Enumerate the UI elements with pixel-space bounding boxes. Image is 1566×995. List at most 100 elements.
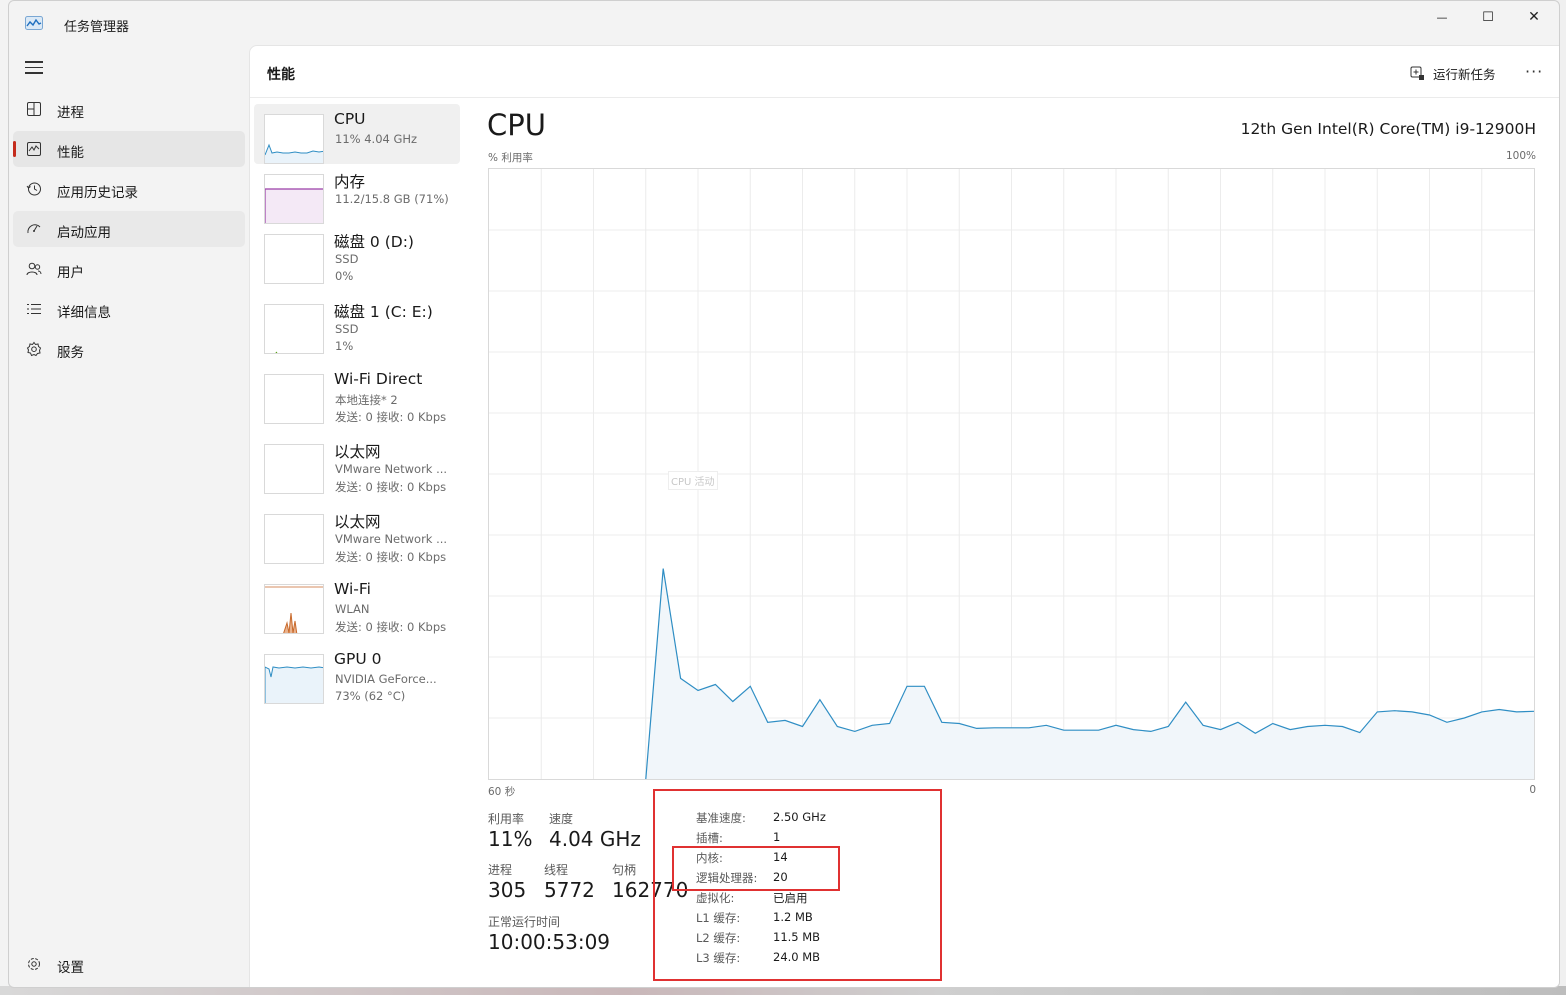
maximize-button[interactable]: ☐	[1465, 1, 1511, 33]
x-left-label: 60 秒	[488, 786, 516, 798]
title-bar: 任务管理器 — ☐ ✕	[9, 1, 1559, 45]
sidebar-item-services[interactable]: 服务	[13, 331, 245, 367]
app-title: 任务管理器	[64, 20, 130, 35]
speed-value: 4.04 GHz	[549, 827, 641, 851]
y-axis-label: % 利用率	[488, 152, 533, 164]
device-item-ethernet-1[interactable]: 以太网 VMware Network ... 发送: 0 接收: 0 Kbps	[254, 434, 460, 494]
performance-icon	[27, 142, 41, 156]
device-item-wifi[interactable]: Wi-Fi WLAN 发送: 0 接收: 0 Kbps	[254, 574, 460, 634]
threads-label: 线程	[544, 863, 569, 877]
minimize-icon: —	[1436, 10, 1448, 24]
device-detail: 本地连接* 2	[335, 393, 398, 407]
cpu-usage-chart	[489, 169, 1534, 779]
hamburger-menu-icon[interactable]	[25, 61, 43, 75]
close-button[interactable]: ✕	[1511, 1, 1557, 33]
cpu-model: 12th Gen Intel(R) Core(TM) i9-12900H	[1240, 120, 1536, 138]
sidebar-item-startup-apps[interactable]: 启动应用	[13, 211, 245, 247]
device-name: 内存	[334, 173, 366, 191]
device-detail: NVIDIA GeForce...	[335, 672, 437, 686]
device-detail: WLAN	[335, 602, 370, 616]
startup-icon	[27, 224, 41, 234]
sidebar-item-label: 服务	[57, 345, 84, 361]
device-name: Wi-Fi	[334, 580, 371, 598]
sidebar-item-label: 启动应用	[57, 225, 111, 241]
disk1-thumbnail	[264, 304, 324, 354]
disk0-thumbnail	[264, 234, 324, 284]
sidebar-item-performance[interactable]: 性能	[13, 131, 245, 167]
device-name: GPU 0	[334, 650, 382, 668]
device-usage: 1%	[335, 339, 354, 353]
selection-indicator	[13, 141, 16, 157]
device-name: 磁盘 0 (D:)	[334, 233, 414, 251]
x-right-label: 0	[1529, 784, 1536, 796]
y-max-label: 100%	[1505, 150, 1536, 162]
sidebar-item-users[interactable]: 用户	[13, 251, 245, 287]
run-task-label: 运行新任务	[1433, 66, 1496, 82]
ethernet-thumbnail	[264, 444, 324, 494]
services-icon	[26, 341, 42, 357]
run-task-icon	[1410, 66, 1424, 80]
cores-highlight-box	[672, 846, 840, 891]
threads-value: 5772	[544, 878, 595, 902]
device-item-wifi-direct[interactable]: Wi-Fi Direct 本地连接* 2 发送: 0 接收: 0 Kbps	[254, 364, 460, 424]
sidebar-item-label: 进程	[57, 105, 84, 121]
device-item-disk0[interactable]: 磁盘 0 (D:) SSD 0%	[254, 224, 460, 284]
memory-thumbnail	[264, 174, 324, 224]
close-icon: ✕	[1528, 9, 1540, 25]
cpu-thumbnail	[264, 114, 324, 164]
device-detail: SSD	[335, 252, 359, 266]
speed-label: 速度	[549, 812, 574, 826]
sidebar-item-label: 应用历史记录	[57, 185, 138, 201]
utilization-label: 利用率	[488, 812, 525, 826]
handles-label: 句柄	[612, 863, 637, 877]
maximize-icon: ☐	[1482, 9, 1494, 25]
minimize-button[interactable]: —	[1419, 1, 1465, 33]
usage-area	[645, 568, 1534, 779]
device-item-disk1[interactable]: 磁盘 1 (C: E:) SSD 1%	[254, 294, 460, 354]
details-icon	[27, 304, 41, 314]
processes-label: 进程	[488, 863, 513, 877]
device-usage: 发送: 0 接收: 0 Kbps	[335, 410, 447, 424]
device-item-gpu[interactable]: GPU 0 NVIDIA GeForce... 73% (62 °C)	[254, 644, 460, 704]
sidebar-item-details[interactable]: 详细信息	[13, 291, 245, 327]
device-item-cpu[interactable]: CPU 11% 4.04 GHz	[254, 104, 460, 164]
device-usage: 发送: 0 接收: 0 Kbps	[335, 620, 447, 634]
ethernet-thumbnail	[264, 514, 324, 564]
page-header: 性能 运行新任务 ···	[250, 46, 1559, 98]
settings-button[interactable]: 设置	[13, 946, 245, 982]
wifi-thumbnail	[264, 584, 324, 634]
device-detail: VMware Network ...	[335, 532, 448, 546]
task-manager-window: 任务管理器 — ☐ ✕ 进程 性能 应用历史记录 启动应用 用户 详细信息 服务…	[8, 0, 1560, 988]
device-detail: SSD	[335, 322, 359, 336]
sidebar-item-label: 性能	[57, 145, 84, 161]
uptime-value: 10:00:53:09	[488, 930, 611, 954]
settings-label: 设置	[57, 960, 84, 976]
device-detail: VMware Network ...	[335, 462, 448, 476]
gpu-thumbnail	[264, 654, 324, 704]
device-detail: 11.2/15.8 GB (71%)	[335, 192, 449, 206]
device-item-ethernet-2[interactable]: 以太网 VMware Network ... 发送: 0 接收: 0 Kbps	[254, 504, 460, 564]
sidebar-item-processes[interactable]: 进程	[13, 91, 245, 127]
device-name: CPU	[334, 110, 366, 128]
users-icon	[26, 262, 42, 276]
processes-value: 305	[488, 878, 527, 902]
device-item-memory[interactable]: 内存 11.2/15.8 GB (71%)	[254, 164, 460, 224]
page-title: 性能	[267, 67, 295, 83]
content-area: 性能 运行新任务 ··· CPU 11% 4.04 GHz 内存 11.2/15…	[249, 45, 1559, 987]
run-new-task-button[interactable]: 运行新任务	[1410, 63, 1496, 83]
panel-title: CPU	[487, 108, 546, 142]
gear-icon	[28, 958, 40, 970]
device-usage: 发送: 0 接收: 0 Kbps	[335, 550, 447, 564]
device-usage: 发送: 0 接收: 0 Kbps	[335, 480, 447, 494]
utilization-value: 11%	[488, 827, 533, 851]
sidebar: 进程 性能 应用历史记录 启动应用 用户 详细信息 服务 设置	[9, 45, 249, 987]
device-name: 以太网	[334, 443, 381, 461]
device-usage: 73% (62 °C)	[335, 689, 406, 703]
wifi-direct-thumbnail	[264, 374, 324, 424]
cpu-usage-graph	[488, 168, 1535, 780]
device-usage: 0%	[335, 269, 354, 283]
sidebar-item-app-history[interactable]: 应用历史记录	[13, 171, 245, 207]
processes-icon	[27, 102, 41, 116]
more-options-icon[interactable]: ···	[1525, 62, 1543, 81]
device-name: 以太网	[334, 513, 381, 531]
